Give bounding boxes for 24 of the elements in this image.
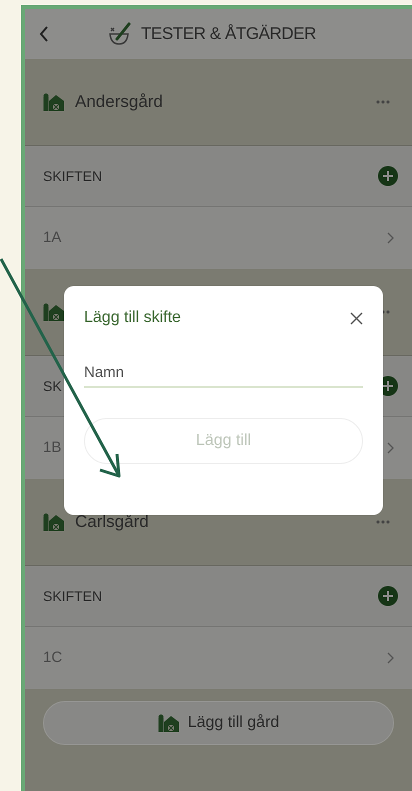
back-icon[interactable] [39, 26, 49, 42]
field-name: 1B [43, 438, 62, 458]
mortar-icon [106, 22, 133, 46]
screen-title: TESTER & ÅTGÄRDER [140, 23, 316, 46]
name-input-field[interactable]: Namn [84, 358, 363, 388]
section-label: SKIFTEN [43, 166, 102, 186]
field-row[interactable]: 1C [25, 627, 412, 689]
dialog-title: Lägg till skifte [84, 308, 181, 328]
add-farm-button[interactable]: Lägg till gård [43, 701, 394, 745]
field-name: 1A [43, 228, 62, 248]
barn-icon [158, 714, 180, 732]
barn-icon [43, 513, 65, 531]
close-icon[interactable] [350, 312, 363, 324]
section-label: SK [43, 376, 62, 396]
field-name: 1C [43, 648, 62, 668]
chevron-right-icon [387, 442, 394, 454]
section-label: SKIFTEN [43, 586, 102, 606]
farm-name: Andersgård [75, 91, 163, 114]
farm-name: Carlsgård [75, 511, 149, 534]
barn-icon [43, 93, 65, 111]
chevron-right-icon [387, 232, 394, 244]
barn-icon [43, 303, 65, 321]
field-row[interactable]: 1A [25, 207, 412, 269]
chevron-right-icon [387, 652, 394, 664]
